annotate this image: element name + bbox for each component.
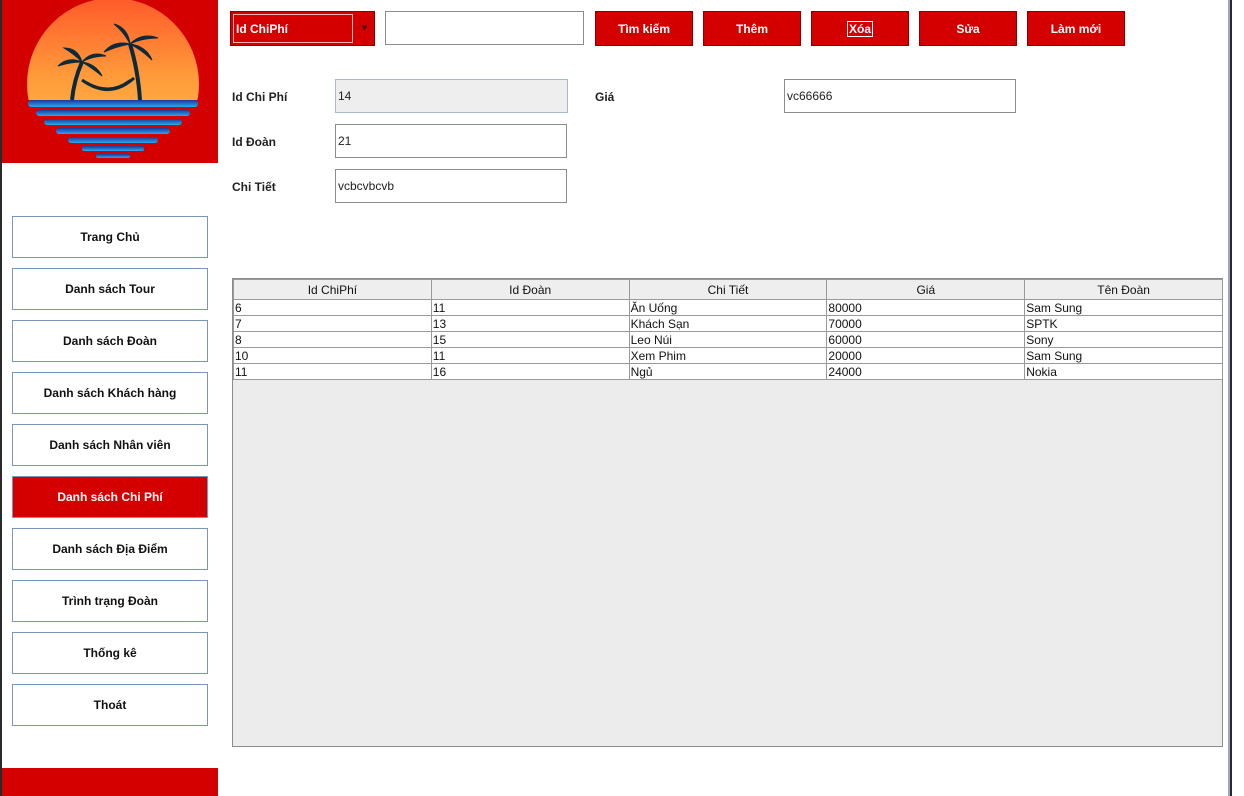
table-cell: 11 [430,347,630,364]
table-cell: 80000 [826,299,1026,316]
table-row[interactable]: 7 13 Khách Sạn 70000 SPTK [233,315,1223,332]
sidebar-item-khach-hang[interactable]: Danh sách Khách hàng [12,372,208,414]
add-button[interactable]: Thêm [703,11,801,46]
table-row[interactable]: 6 11 Ăn Uống 80000 Sam Sung [233,299,1223,316]
sidebar-item-thong-ke[interactable]: Thống kê [12,632,208,674]
table-cell: 20000 [826,347,1026,364]
column-header[interactable]: Giá [826,279,1026,300]
search-button[interactable]: Tìm kiếm [595,11,693,46]
main-panel: Id ChiPhí ▼ Tìm kiếm Thêm Xóa Sửa Làm mớ… [218,0,1230,796]
sidebar-item-nhan-vien[interactable]: Danh sách Nhân viên [12,424,208,466]
table-cell: Xem Phim [628,347,828,364]
sidebar-item-thoat[interactable]: Thoát [12,684,208,726]
table-cell: 7 [233,315,432,332]
chitiet-field[interactable]: vcbcvbcvb [335,169,567,203]
edit-button[interactable]: Sửa [919,11,1017,46]
sidebar-footer [2,768,218,796]
table-cell: 15 [430,331,630,348]
table-cell: Nokia [1024,363,1223,380]
refresh-button[interactable]: Làm mới [1027,11,1125,46]
table-row[interactable]: 10 11 Xem Phim 20000 Sam Sung [233,347,1223,364]
table-cell: 6 [233,299,432,316]
chiphi-table-container[interactable]: Id ChiPhí Id Đoàn Chi Tiết Giá Tên Đoàn … [232,278,1223,747]
table-cell: Khách Sạn [628,315,828,332]
table-cell: 60000 [826,331,1026,348]
table-cell: SPTK [1024,315,1223,332]
sidebar-item-doan[interactable]: Danh sách Đoàn [12,320,208,362]
table-cell: 70000 [826,315,1026,332]
table-cell: 11 [233,363,432,380]
chitiet-label: Chi Tiết [232,180,276,194]
delete-button[interactable]: Xóa [811,11,909,46]
sidebar-item-dia-diem[interactable]: Danh sách Địa Điểm [12,528,208,570]
chevron-down-icon[interactable]: ▼ [355,12,374,45]
id-doan-label: Id Đoàn [232,135,276,149]
sidebar-item-tour[interactable]: Danh sách Tour [12,268,208,310]
id-doan-field[interactable]: 21 [335,124,567,158]
table-cell: 16 [430,363,630,380]
column-header[interactable]: Chi Tiết [628,279,828,300]
column-header[interactable]: Id ChiPhí [233,279,432,300]
table-cell: Sam Sung [1024,299,1223,316]
gia-field[interactable]: vc66666 [784,79,1016,113]
table-cell: Leo Núi [628,331,828,348]
app-window: Trang Chủ Danh sách Tour Danh sách Đoàn … [0,0,1244,796]
table-header-row: Id ChiPhí Id Đoàn Chi Tiết Giá Tên Đoàn [233,279,1223,300]
delete-label: Xóa [846,20,873,37]
column-header[interactable]: Tên Đoàn [1024,279,1223,300]
search-field-select[interactable]: Id ChiPhí ▼ [230,11,375,46]
sidebar-item-chi-phi[interactable]: Danh sách Chi Phí [12,476,208,518]
logo [2,0,218,163]
table-cell: 11 [430,299,630,316]
id-chiphi-field: 14 [335,79,568,113]
gia-label: Giá [595,90,615,104]
sidebar: Trang Chủ Danh sách Tour Danh sách Đoàn … [2,0,218,796]
id-chiphi-label: Id Chi Phí [232,90,288,104]
search-field-value: Id ChiPhí [233,14,353,43]
table-cell: Sam Sung [1024,347,1223,364]
table-cell: 8 [233,331,432,348]
table-cell: 13 [430,315,630,332]
sidebar-item-trang-chu[interactable]: Trang Chủ [12,216,208,258]
column-header[interactable]: Id Đoàn [430,279,630,300]
table-cell: 24000 [826,363,1026,380]
search-input[interactable] [385,11,584,45]
chiphi-table: Id ChiPhí Id Đoàn Chi Tiết Giá Tên Đoàn … [233,279,1223,380]
table-row[interactable]: 8 15 Leo Núi 60000 Sony [233,331,1223,348]
table-cell: Ăn Uống [628,299,828,316]
sidebar-item-tinh-trang-doan[interactable]: Trình trạng Đoàn [12,580,208,622]
table-row[interactable]: 11 16 Ngủ 24000 Nokia [233,363,1223,380]
sunset-palm-logo-icon [2,0,218,163]
table-cell: 10 [233,347,432,364]
window-edge [1232,0,1244,796]
table-cell: Ngủ [628,363,828,380]
table-cell: Sony [1024,331,1223,348]
